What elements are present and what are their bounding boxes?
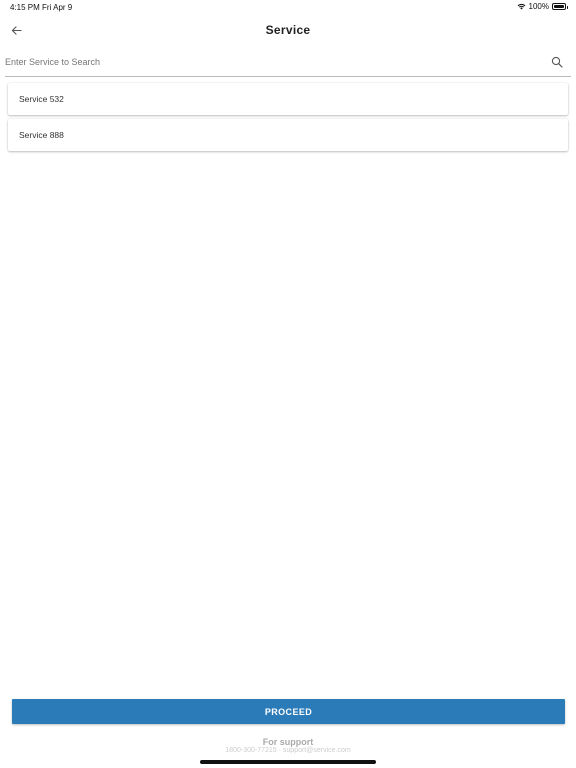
status-date: Fri Apr 9	[42, 3, 73, 12]
search-input[interactable]	[5, 53, 535, 71]
service-item-888[interactable]: Service 888	[8, 119, 568, 151]
page-title: Service	[265, 23, 311, 37]
status-time: 4:15 PM	[10, 3, 40, 12]
home-indicator[interactable]	[200, 760, 376, 764]
search-bar	[5, 50, 571, 77]
status-indicators: 100%	[517, 2, 568, 11]
service-list: Service 532 Service 888	[8, 83, 568, 155]
service-item-label: Service 532	[19, 94, 64, 104]
battery-percent: 100%	[528, 2, 549, 11]
service-item-532[interactable]: Service 532	[8, 83, 568, 115]
header: Service	[0, 16, 576, 44]
search-icon[interactable]	[551, 56, 563, 68]
battery-fill	[554, 5, 564, 8]
service-item-label: Service 888	[19, 130, 64, 140]
battery-icon	[552, 3, 568, 10]
proceed-button[interactable]: PROCEED	[12, 699, 565, 724]
support-contact: 1800-300-77215 · support@service.com	[225, 747, 351, 754]
support-title: For support	[262, 737, 314, 747]
status-bar: 4:15 PM Fri Apr 9 100%	[0, 0, 576, 16]
wifi-icon	[517, 3, 525, 10]
